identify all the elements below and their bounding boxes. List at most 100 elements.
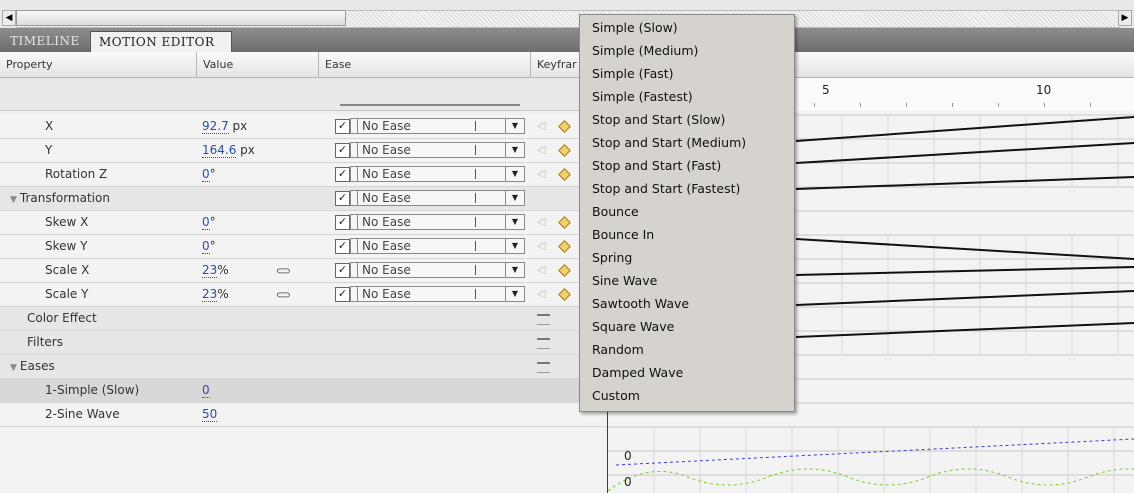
chevron-down-icon: ▼ — [505, 167, 524, 181]
chevron-down-icon: ▼ — [505, 119, 524, 133]
tab-timeline[interactable]: TIMELINE — [2, 31, 88, 52]
menu-item-simple-medium[interactable]: Simple (Medium) — [592, 40, 698, 62]
property-row-skew-y[interactable]: Skew Y 0° ✓ No Ease ▼ ◁ — [0, 235, 608, 259]
property-row-y[interactable]: Y 164.6 px ✓ No Ease ▼ ◁ — [0, 139, 608, 163]
ease-checkbox[interactable]: ✓ — [335, 215, 350, 230]
menu-item-stop-start-slow[interactable]: Stop and Start (Slow) — [592, 109, 725, 131]
value-scrubber[interactable]: 50 — [202, 407, 218, 422]
menu-item-stop-start-fast[interactable]: Stop and Start (Fast) — [592, 155, 721, 177]
expand-triangle-icon[interactable]: ▼ — [10, 363, 17, 373]
ruler-tick — [814, 103, 815, 107]
ease-checkbox[interactable]: ✓ — [335, 191, 350, 206]
playhead[interactable] — [607, 410, 608, 493]
menu-item-bounce-in[interactable]: Bounce In — [592, 224, 654, 246]
ease-checkbox[interactable]: ✓ — [335, 167, 350, 182]
menu-item-damped-wave[interactable]: Damped Wave — [592, 362, 683, 384]
ruler-tick — [952, 103, 953, 107]
add-filter-icon[interactable] — [537, 338, 550, 349]
property-row-scale-y[interactable]: Scale Y 23% ⊂⊃ ✓ No Ease ▼ ◁ — [0, 283, 608, 307]
column-ease[interactable]: Ease — [318, 52, 530, 77]
menu-item-stop-start-fastest[interactable]: Stop and Start (Fastest) — [592, 178, 740, 200]
property-value: 164.6 px — [202, 143, 255, 158]
ease-checkbox[interactable]: ✓ — [335, 239, 350, 254]
ruler-label-5: 5 — [822, 83, 830, 97]
category-eases: ▼ Eases — [10, 359, 55, 373]
ease-checkbox[interactable]: ✓ — [335, 119, 350, 134]
ruler-tick — [860, 103, 861, 107]
ease-checkbox[interactable]: ✓ — [335, 143, 350, 158]
value-scrubber[interactable]: 0 — [202, 167, 210, 182]
previous-keyframe-icon[interactable]: ◁ — [537, 167, 545, 180]
property-row-eases[interactable]: ▼Eases ✚ — [0, 355, 608, 379]
ease-divider — [340, 104, 520, 106]
value-scrubber[interactable]: 0 — [202, 239, 210, 254]
ease-select[interactable]: No Ease ▼ — [350, 142, 525, 158]
diamond-icon[interactable] — [558, 240, 571, 253]
value-scrubber[interactable]: 164.6 — [202, 143, 237, 158]
ease-select[interactable]: No Ease ▼ — [350, 190, 525, 206]
menu-item-simple-fastest[interactable]: Simple (Fastest) — [592, 86, 693, 108]
ruler-tick — [998, 103, 999, 107]
menu-item-square-wave[interactable]: Square Wave — [592, 316, 674, 338]
ease-select[interactable]: No Ease ▼ — [350, 238, 525, 254]
scrollbar-thumb[interactable] — [16, 10, 346, 26]
diamond-icon[interactable] — [558, 144, 571, 157]
diamond-icon[interactable] — [558, 288, 571, 301]
value-scrubber[interactable]: 23 — [202, 287, 218, 302]
previous-keyframe-icon[interactable]: ◁ — [537, 287, 545, 300]
property-row-filters[interactable]: Filters — [0, 331, 608, 355]
scroll-right-arrow-icon[interactable]: ▶ — [1118, 10, 1132, 26]
menu-item-simple-fast[interactable]: Simple (Fast) — [592, 63, 674, 85]
chain-link-icon[interactable]: ⊂⊃ — [276, 266, 291, 277]
category-transformation: ▼ Transformation — [10, 191, 110, 205]
property-row-rotation-z[interactable]: Rotation Z 0° ✓ No Ease ▼ ◁ — [0, 163, 608, 187]
diamond-icon[interactable] — [558, 264, 571, 277]
tab-motion-editor[interactable]: MOTION EDITOR — [90, 31, 232, 52]
previous-keyframe-icon[interactable]: ◁ — [537, 239, 545, 252]
chain-link-icon[interactable]: ⊂⊃ — [276, 290, 291, 301]
value-scrubber[interactable]: 23 — [202, 263, 218, 278]
ease-row-sine-wave[interactable]: 2-Sine Wave 50 — [0, 403, 608, 427]
property-row-scale-x[interactable]: Scale X 23% ⊂⊃ ✓ No Ease ▼ ◁ — [0, 259, 608, 283]
menu-item-stop-start-medium[interactable]: Stop and Start (Medium) — [592, 132, 746, 154]
column-property[interactable]: Property — [0, 52, 196, 77]
previous-keyframe-icon[interactable]: ◁ — [537, 143, 545, 156]
menu-item-random[interactable]: Random — [592, 339, 644, 361]
diamond-icon[interactable] — [558, 216, 571, 229]
scroll-left-arrow-icon[interactable]: ◀ — [2, 10, 16, 26]
property-row-skew-x[interactable]: Skew X 0° ✓ No Ease ▼ ◁ — [0, 211, 608, 235]
previous-keyframe-icon[interactable]: ◁ — [537, 215, 545, 228]
ease-checkbox[interactable]: ✓ — [335, 263, 350, 278]
property-name: Scale Y — [45, 287, 89, 301]
expand-triangle-icon[interactable]: ▼ — [10, 195, 17, 205]
menu-item-bounce[interactable]: Bounce — [592, 201, 639, 223]
previous-keyframe-icon[interactable]: ◁ — [537, 263, 545, 276]
add-color-effect-icon[interactable] — [537, 314, 550, 325]
value-scrubber[interactable]: 0 — [202, 215, 210, 230]
ease-checkbox[interactable]: ✓ — [335, 287, 350, 302]
ease-select[interactable]: No Ease ▼ — [350, 262, 525, 278]
ease-row-simple-slow[interactable]: 1-Simple (Slow) 0 — [0, 379, 608, 403]
ease-select[interactable]: No Ease ▼ — [350, 214, 525, 230]
ease-select[interactable]: No Ease ▼ — [350, 166, 525, 182]
ruler-tick — [1044, 103, 1045, 107]
menu-item-sine-wave[interactable]: Sine Wave — [592, 270, 657, 292]
menu-item-custom[interactable]: Custom — [592, 385, 640, 407]
remove-ease-icon[interactable] — [537, 362, 550, 373]
ruler-row: 5 10 — [0, 78, 1134, 111]
property-row-transformation[interactable]: ▼ Transformation ✓ No Ease ▼ — [0, 187, 608, 211]
menu-item-simple-slow[interactable]: Simple (Slow) — [592, 17, 678, 39]
menu-item-spring[interactable]: Spring — [592, 247, 632, 269]
previous-keyframe-icon[interactable]: ◁ — [537, 119, 545, 132]
property-row-color-effect[interactable]: Color Effect — [0, 307, 608, 331]
column-value[interactable]: Value — [196, 52, 318, 77]
ease-select[interactable]: No Ease ▼ — [350, 118, 525, 134]
menu-item-sawtooth-wave[interactable]: Sawtooth Wave — [592, 293, 689, 315]
diamond-icon[interactable] — [558, 120, 571, 133]
property-row-x[interactable]: X 92.7 px ✓ No Ease ▼ ◁ — [0, 115, 608, 139]
diamond-icon[interactable] — [558, 168, 571, 181]
value-scrubber[interactable]: 92.7 — [202, 119, 229, 134]
horizontal-scrollbar[interactable]: ◀ ▶ — [0, 0, 1134, 28]
ease-select[interactable]: No Ease ▼ — [350, 286, 525, 302]
value-scrubber[interactable]: 0 — [202, 383, 210, 398]
